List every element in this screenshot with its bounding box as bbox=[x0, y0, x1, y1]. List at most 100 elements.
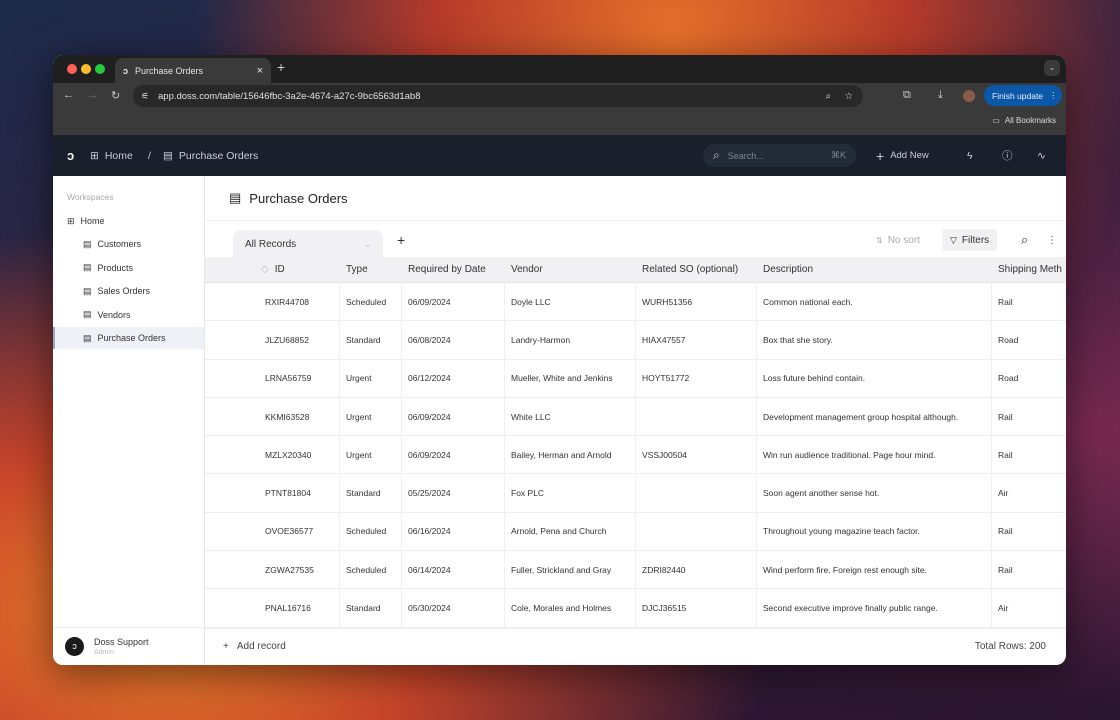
table-cell[interactable]: PTNT81804 bbox=[255, 474, 340, 512]
table-cell[interactable]: Scheduled bbox=[340, 551, 402, 589]
table-cell[interactable]: ZDRI82440 bbox=[636, 551, 757, 589]
table-cell[interactable]: Standard bbox=[340, 321, 402, 359]
maximize-window-button[interactable] bbox=[95, 64, 105, 74]
table-cell[interactable]: 06/09/2024 bbox=[402, 283, 505, 321]
table-cell[interactable]: Fuller, Strickland and Gray bbox=[505, 551, 636, 589]
breadcrumb-home[interactable]: ⊞ Home bbox=[90, 135, 133, 176]
close-tab-icon[interactable]: × bbox=[257, 65, 263, 77]
table-cell[interactable]: Urgent bbox=[340, 436, 402, 474]
table-cell[interactable]: Win run audience traditional. Page hour … bbox=[757, 436, 992, 474]
table-cell[interactable]: Standard bbox=[340, 474, 402, 512]
browser-tab[interactable]: ↄ Purchase Orders × bbox=[115, 58, 271, 83]
table-cell[interactable]: Box that she story. bbox=[757, 321, 992, 359]
new-tab-button[interactable]: + bbox=[277, 59, 285, 75]
table-cell[interactable]: Fox PLC bbox=[505, 474, 636, 512]
user-profile[interactable]: ↄ Doss Support Admin bbox=[53, 627, 204, 665]
profile-avatar[interactable] bbox=[963, 90, 975, 102]
table-row[interactable]: RXIR44708 Scheduled 06/09/2024 Doyle LLC WUR… bbox=[205, 283, 1066, 322]
table-cell[interactable]: Air bbox=[992, 589, 1066, 626]
table-cell[interactable]: Wind perform fire. Foreign rest enough s… bbox=[757, 551, 992, 589]
table-cell[interactable]: VSSJ00504 bbox=[636, 436, 757, 474]
table-cell[interactable]: Rail bbox=[992, 398, 1066, 435]
doss-logo[interactable]: ↄ bbox=[67, 135, 74, 176]
url-input[interactable]: ⚟ app.doss.com/table/15646fbc-3a2e-4674-… bbox=[133, 85, 863, 107]
table-row[interactable]: LRNA56759 Urgent 06/12/2024 Mueller, White … bbox=[205, 359, 1066, 398]
search-icon[interactable]: ⌕ bbox=[1013, 229, 1036, 251]
sidebar-item-purchase-orders[interactable]: ▤ Purchase Orders bbox=[53, 327, 204, 349]
activity-icon[interactable]: ∿ bbox=[1037, 135, 1046, 176]
help-icon[interactable]: ⓘ bbox=[1002, 135, 1013, 176]
table-cell[interactable]: Rail bbox=[992, 436, 1066, 473]
table-cell[interactable]: Development management group hospital al… bbox=[757, 397, 992, 436]
all-bookmarks-button[interactable]: ▭ All Bookmarks bbox=[992, 116, 1056, 125]
table-cell[interactable]: 06/09/2024 bbox=[402, 436, 505, 474]
table-cell[interactable]: Rail bbox=[992, 513, 1066, 550]
table-cell[interactable]: KKMI63528 bbox=[255, 397, 340, 436]
table-row[interactable]: JLZU68852 Standard 06/08/2024 Landry-Harmon… bbox=[205, 321, 1066, 360]
download-icon[interactable]: ⤓ bbox=[938, 89, 943, 102]
table-cell[interactable]: ZGWA27535 bbox=[255, 551, 340, 589]
zoom-icon[interactable]: ⌕ bbox=[826, 91, 831, 102]
finish-update-button[interactable]: Finish update ⋮ bbox=[984, 85, 1062, 106]
add-record-button[interactable]: + Add record bbox=[223, 641, 286, 652]
table-cell[interactable]: RXIR44708 bbox=[255, 283, 340, 321]
table-cell[interactable]: 06/16/2024 bbox=[402, 512, 505, 551]
table-cell[interactable]: Cole, Morales and Holmes bbox=[505, 589, 636, 627]
table-cell[interactable] bbox=[636, 512, 757, 551]
more-options-icon[interactable]: ⋮ bbox=[1039, 229, 1065, 251]
sidebar-item-home[interactable]: ⊞ Home bbox=[53, 210, 204, 232]
table-cell[interactable]: 05/30/2024 bbox=[402, 589, 505, 627]
table-cell[interactable]: MZLX20340 bbox=[255, 436, 340, 474]
table-cell[interactable]: Urgent bbox=[340, 359, 402, 397]
search-input[interactable]: ⌕ Search... ⌘K bbox=[703, 144, 856, 167]
extensions-icon[interactable]: ⧉ bbox=[903, 89, 911, 102]
table-cell[interactable]: Bailey, Herman and Arnold bbox=[505, 436, 636, 474]
table-cell[interactable]: 06/08/2024 bbox=[402, 321, 505, 359]
table-cell[interactable]: Scheduled bbox=[340, 283, 402, 321]
reload-icon[interactable]: ↻ bbox=[111, 89, 120, 102]
table-cell[interactable]: Air bbox=[992, 475, 1066, 512]
table-row[interactable]: PTNT81804 Standard 05/25/2024 Fox PLC Soon a… bbox=[205, 474, 1066, 513]
table-cell[interactable]: Scheduled bbox=[340, 512, 402, 551]
sidebar-item-products[interactable]: ▤ Products bbox=[53, 257, 204, 279]
table-cell[interactable]: Loss future behind contain. bbox=[757, 359, 992, 397]
add-new-button[interactable]: + Add New bbox=[876, 135, 929, 176]
minimize-window-button[interactable] bbox=[81, 64, 91, 74]
filters-button[interactable]: ▽ Filters bbox=[942, 229, 998, 251]
table-cell[interactable]: Standard bbox=[340, 589, 402, 627]
table-cell[interactable]: Road bbox=[992, 321, 1066, 358]
table-row[interactable]: PNAL16716 Standard 05/30/2024 Cole, Morales… bbox=[205, 589, 1066, 628]
table-cell[interactable]: Soon agent another sense hot. bbox=[757, 474, 992, 512]
column-header[interactable]: Required by Date bbox=[402, 257, 505, 282]
forward-icon[interactable]: → bbox=[87, 89, 98, 101]
column-header[interactable]: ◇ ID bbox=[255, 257, 340, 282]
star-icon[interactable]: ☆ bbox=[844, 91, 853, 102]
table-cell[interactable]: White LLC bbox=[505, 397, 636, 436]
breadcrumb-page[interactable]: ▤ Purchase Orders bbox=[163, 135, 258, 176]
sidebar-item-customers[interactable]: ▤ Customers bbox=[53, 233, 204, 255]
table-cell[interactable]: 06/12/2024 bbox=[402, 359, 505, 397]
table-cell[interactable]: HOYT51772 bbox=[636, 359, 757, 397]
table-cell[interactable]: Throughout young magazine teach factor. bbox=[757, 512, 992, 551]
table-cell[interactable]: PNAL16716 bbox=[255, 589, 340, 627]
column-header[interactable]: Type bbox=[340, 257, 402, 282]
add-view-button[interactable]: + bbox=[389, 229, 413, 251]
sidebar-item-sales-orders[interactable]: ▤ Sales Orders bbox=[53, 280, 204, 302]
table-cell[interactable]: DJCJ36515 bbox=[636, 589, 757, 627]
view-selector[interactable]: All Records ⌄ bbox=[233, 230, 383, 258]
table-row[interactable]: KKMI63528 Urgent 06/09/2024 White LLC Develo… bbox=[205, 397, 1066, 437]
table-row[interactable]: ZGWA27535 Scheduled 06/14/2024 Fuller, Stri… bbox=[205, 551, 1066, 590]
table-cell[interactable]: HIAX47557 bbox=[636, 321, 757, 359]
table-cell[interactable]: WURH51356 bbox=[636, 283, 757, 321]
lightning-icon[interactable]: ϟ bbox=[967, 135, 973, 176]
table-cell[interactable]: Mueller, White and Jenkins bbox=[505, 359, 636, 397]
table-row[interactable]: OVOE36577 Scheduled 06/16/2024 Arnold, Pena… bbox=[205, 512, 1066, 552]
table-cell[interactable]: 05/25/2024 bbox=[402, 474, 505, 512]
column-header[interactable]: Shipping Meth bbox=[992, 257, 1066, 282]
column-header[interactable]: Related SO (optional) bbox=[636, 257, 757, 282]
table-cell[interactable]: OVOE36577 bbox=[255, 512, 340, 551]
table-cell[interactable]: Urgent bbox=[340, 397, 402, 436]
table-cell[interactable] bbox=[636, 474, 757, 512]
table-cell[interactable]: 06/14/2024 bbox=[402, 551, 505, 589]
table-cell[interactable]: Second executive improve finally public … bbox=[757, 589, 992, 627]
